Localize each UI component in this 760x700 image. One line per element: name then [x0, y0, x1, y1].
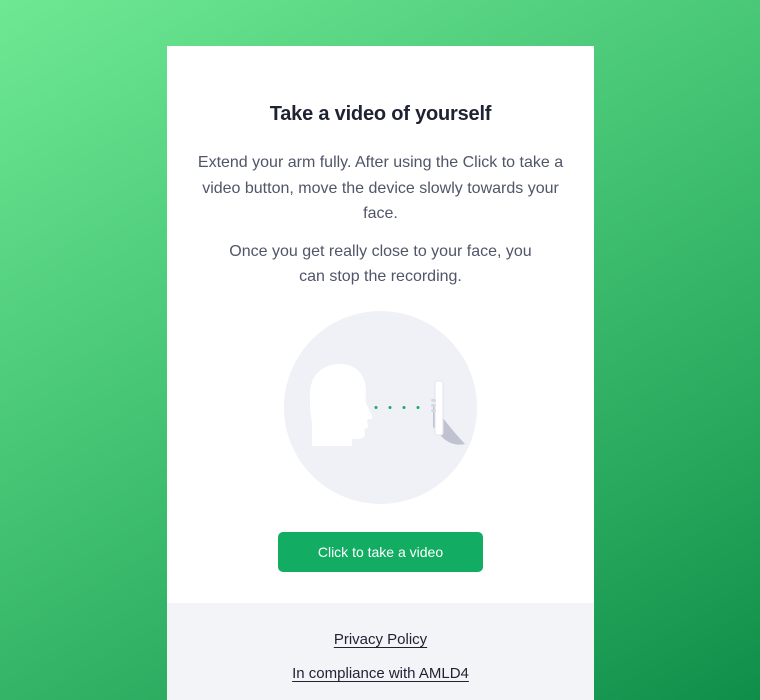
finger: [431, 403, 436, 407]
instructions: Extend your arm fully. After using the C…: [167, 150, 594, 290]
privacy-policy-link[interactable]: Privacy Policy: [334, 630, 427, 650]
dot: [374, 405, 378, 409]
finger: [431, 408, 436, 412]
finger: [431, 398, 436, 402]
dot: [388, 405, 392, 409]
footer: Privacy Policy In compliance with AMLD4: [167, 603, 594, 700]
dot: [416, 405, 420, 409]
face-with-phone-illustration: [284, 310, 477, 504]
dot: [402, 405, 406, 409]
instruction-paragraph-1: Extend your arm fully. After using the C…: [197, 154, 564, 222]
instruction-paragraph-2: Once you get really close to your face, …: [229, 242, 532, 286]
phone-icon: [434, 380, 444, 435]
compliance-link[interactable]: In compliance with AMLD4: [292, 664, 469, 684]
verification-card: Take a video of yourself Extend your arm…: [167, 46, 594, 700]
page-title: Take a video of yourself: [269, 103, 492, 125]
card-content: Take a video of yourself Extend your arm…: [167, 46, 594, 603]
take-video-button[interactable]: Click to take a video: [278, 531, 483, 572]
